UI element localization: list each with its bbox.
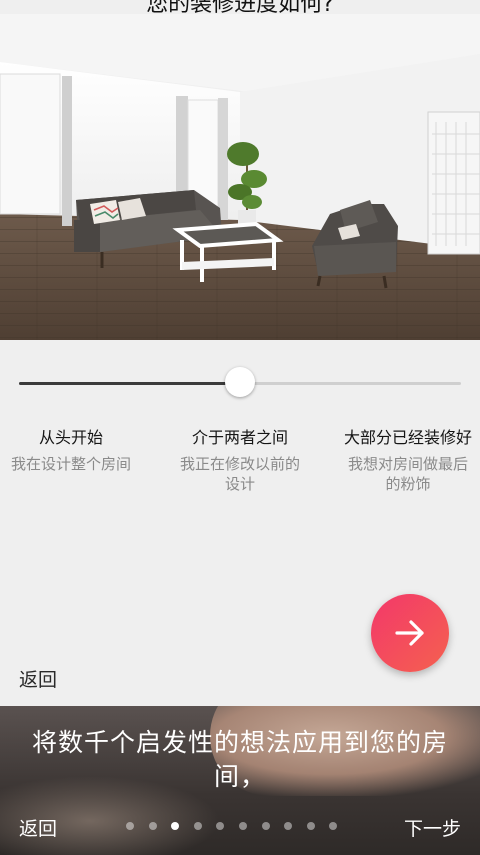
onboarding-back-button[interactable]: 返回 (19, 814, 57, 841)
living-room-illustration (0, 14, 480, 340)
page-dot-active (171, 822, 180, 830)
option-in-between[interactable]: 介于两者之间 我正在修改以前的设计 (175, 428, 305, 494)
slider-thumb[interactable] (225, 367, 255, 397)
onboarding-screen: 您的装修进度如何? 从头开始 我在设计整个房间 介于两者之间 我正在修改以前的设… (0, 0, 480, 855)
page-dot (126, 822, 134, 830)
onboarding-overlay: 将数千个启发性的想法应用到您的房间， 返回 下一步 (0, 706, 480, 855)
page-dot (261, 822, 270, 830)
onboarding-headline: 将数千个启发性的想法应用到您的房间， (31, 728, 448, 791)
page-dot (193, 822, 202, 830)
page-dot (216, 822, 225, 830)
title-strip: 您的装修进度如何? (0, 0, 480, 14)
arrow-right-icon (395, 620, 424, 646)
page-dot (306, 822, 315, 830)
option-label: 大部分已经装修好 (343, 428, 472, 447)
option-label: 介于两者之间 (191, 428, 288, 447)
back-button[interactable]: 返回 (19, 665, 57, 692)
option-description: 我在设计整个房间 (10, 455, 131, 473)
page-dot (148, 822, 157, 830)
onboarding-next-button[interactable]: 下一步 (404, 814, 461, 841)
option-mostly-done[interactable]: 大部分已经装修好 我想对房间做最后的粉饰 (343, 428, 473, 494)
page-dot (284, 822, 293, 830)
page-indicator (126, 822, 352, 832)
page-title: 您的装修进度如何? (146, 0, 334, 14)
option-from-scratch[interactable]: 从头开始 我在设计整个房间 (6, 428, 136, 474)
slider-fill (19, 382, 240, 385)
option-label: 从头开始 (38, 428, 103, 447)
progress-options: 从头开始 我在设计整个房间 介于两者之间 我正在修改以前的设计 大部分已经装修好… (0, 428, 480, 528)
page-dot (329, 822, 338, 830)
option-description: 我正在修改以前的设计 (179, 455, 300, 493)
renovation-progress-slider[interactable] (19, 367, 461, 399)
option-description: 我想对房间做最后的粉饰 (347, 455, 468, 493)
page-dot (238, 822, 247, 830)
next-button[interactable] (371, 594, 449, 672)
